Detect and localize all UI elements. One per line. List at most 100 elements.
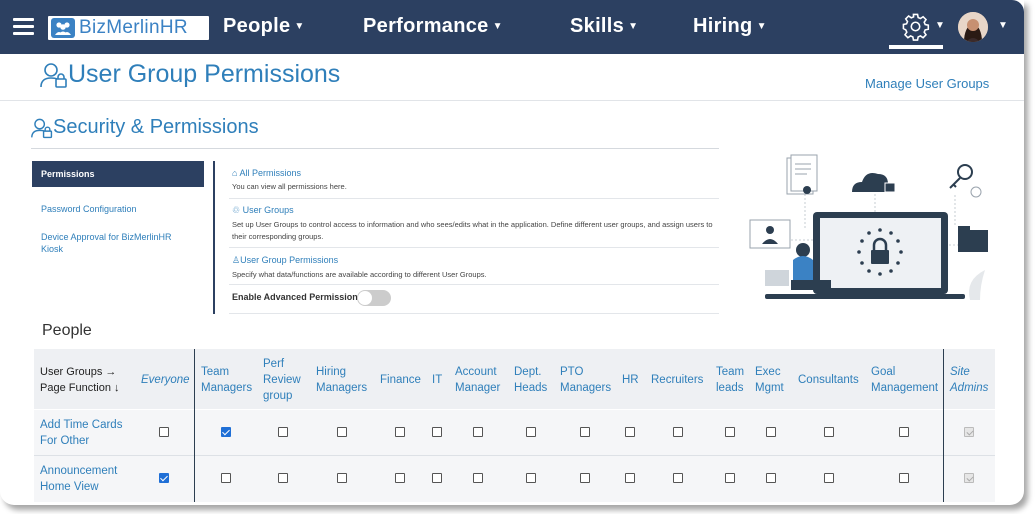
permission-checkbox[interactable]	[395, 427, 405, 437]
brand-logo[interactable]: BizMerlinHR	[48, 16, 209, 40]
permission-checkbox[interactable]	[725, 473, 735, 483]
lock-icon: ⌂	[232, 168, 238, 178]
column-header-pto-managers: PTO Managers	[560, 366, 612, 394]
nav-performance[interactable]: Performance ▼	[363, 15, 503, 38]
permission-checkbox[interactable]	[395, 473, 405, 483]
app-window: BizMerlinHR People ▼ Performance ▼ Skills ▼…	[0, 0, 1024, 505]
permission-checkbox[interactable]	[725, 427, 735, 437]
permission-checkbox[interactable]	[899, 473, 909, 483]
menu-icon[interactable]	[13, 18, 34, 35]
row-label-add-time-cards[interactable]: Add Time Cards For Other	[40, 417, 130, 449]
permission-checkbox[interactable]	[473, 427, 483, 437]
caret-down-icon: ▼	[756, 21, 767, 33]
advanced-permissions-label: Enable Advanced Permissions	[232, 292, 363, 302]
column-header-everyone: Everyone	[141, 374, 190, 386]
user-groups-title: User Groups	[242, 205, 294, 215]
user-group-permissions-block: ♙User Group Permissions Specify what dat…	[232, 255, 487, 281]
user-lock-icon	[40, 62, 67, 88]
avatar[interactable]	[958, 12, 988, 42]
permission-checkbox[interactable]	[337, 427, 347, 437]
caret-down-icon: ▼	[492, 21, 503, 33]
page-title: User Group Permissions	[40, 60, 340, 89]
sidebar-item-password-configuration[interactable]: Password Configuration	[32, 195, 204, 223]
permission-checkbox[interactable]	[580, 427, 590, 437]
user-groups-link[interactable]: ♲ User Groups	[232, 205, 719, 216]
gear-icon[interactable]	[901, 12, 930, 41]
sidebar-divider	[213, 161, 215, 314]
column-header-it: IT	[432, 374, 443, 386]
all-permissions-block: ⌂ All Permissions You can view all permi…	[232, 168, 347, 193]
permission-checkbox[interactable]	[766, 427, 776, 437]
permission-checkbox[interactable]	[526, 427, 536, 437]
divider	[229, 313, 719, 314]
column-divider	[194, 349, 195, 502]
permission-checkbox[interactable]	[526, 473, 536, 483]
corner-label-groups: User Groups →	[40, 366, 117, 378]
brand-name: BizMerlinHR	[79, 17, 188, 38]
permission-checkbox	[964, 427, 974, 437]
permission-checkbox[interactable]	[278, 427, 288, 437]
column-header-hiring-managers: Hiring Managers	[316, 366, 368, 394]
column-header-goal-management: Goal Management	[871, 366, 939, 394]
section-title: Security & Permissions	[31, 116, 259, 139]
permission-checkbox	[964, 473, 974, 483]
permission-checkbox[interactable]	[432, 427, 442, 437]
nav-people[interactable]: People ▼	[223, 15, 305, 38]
permission-checkbox[interactable]	[625, 473, 635, 483]
user-group-permissions-title: User Group Permissions	[240, 255, 339, 265]
column-header-consultants: Consultants	[798, 374, 859, 386]
permission-checkbox[interactable]	[221, 427, 231, 437]
sidebar-item-device-approval[interactable]: Device Approval for BizMerlinHR Kiosk	[32, 223, 204, 263]
nav-skills[interactable]: Skills ▼	[570, 15, 638, 38]
manage-user-groups-link[interactable]: Manage User Groups	[865, 76, 989, 91]
column-header-finance: Finance	[380, 374, 421, 386]
permission-checkbox[interactable]	[824, 427, 834, 437]
section-title-text: Security & Permissions	[53, 116, 259, 138]
advanced-permissions-toggle[interactable]	[357, 290, 391, 306]
permission-checkbox[interactable]	[159, 427, 169, 437]
row-label-announcement-home-view[interactable]: Announcement Home View	[40, 463, 130, 495]
header-divider	[0, 100, 1024, 101]
nav-skills-label: Skills	[570, 15, 625, 37]
permission-checkbox[interactable]	[159, 473, 169, 483]
caret-down-icon: ▼	[998, 20, 1008, 31]
caret-down-icon: ▼	[294, 21, 305, 33]
nav-hiring[interactable]: Hiring ▼	[693, 15, 767, 38]
permission-checkbox[interactable]	[766, 473, 776, 483]
grid-corner-label: User Groups → Page Function ↓	[40, 364, 120, 396]
user-photo-icon	[958, 12, 988, 42]
toggle-knob	[358, 291, 372, 305]
permission-checkbox[interactable]	[625, 427, 635, 437]
column-header-recruiters: Recruiters	[651, 374, 704, 386]
column-header-team-leads: Team leads	[716, 366, 745, 394]
logo-people-icon	[51, 18, 75, 38]
table-row	[34, 456, 995, 502]
settings-sidebar: Permissions Password Configuration Devic…	[32, 161, 204, 263]
permission-checkbox[interactable]	[673, 427, 683, 437]
top-navbar: BizMerlinHR People ▼ Performance ▼ Skills ▼…	[0, 0, 1024, 54]
column-header-perf-review-group: Perf Review group	[263, 358, 301, 402]
divider	[229, 247, 719, 248]
caret-down-icon: ▼	[935, 20, 945, 31]
column-header-hr: HR	[622, 374, 639, 386]
security-illustration	[749, 154, 988, 300]
permission-checkbox[interactable]	[899, 427, 909, 437]
divider	[229, 284, 719, 285]
column-header-account-manager: Account Manager	[455, 366, 501, 394]
permission-checkbox[interactable]	[337, 473, 347, 483]
sidebar-item-permissions[interactable]: Permissions	[32, 161, 204, 187]
section-divider	[31, 148, 719, 149]
permission-checkbox[interactable]	[473, 473, 483, 483]
permission-checkbox[interactable]	[432, 473, 442, 483]
column-header-site-admins: Site Admins	[950, 366, 989, 394]
permission-checkbox[interactable]	[824, 473, 834, 483]
all-permissions-link[interactable]: ⌂ All Permissions	[232, 168, 347, 178]
permission-checkbox[interactable]	[580, 473, 590, 483]
permission-checkbox[interactable]	[278, 473, 288, 483]
divider	[229, 198, 719, 199]
user-groups-icon: ♲	[232, 205, 241, 215]
user-lock-icon: ♙	[232, 255, 241, 265]
permission-checkbox[interactable]	[221, 473, 231, 483]
permission-checkbox[interactable]	[673, 473, 683, 483]
user-group-permissions-link[interactable]: ♙User Group Permissions	[232, 255, 487, 266]
